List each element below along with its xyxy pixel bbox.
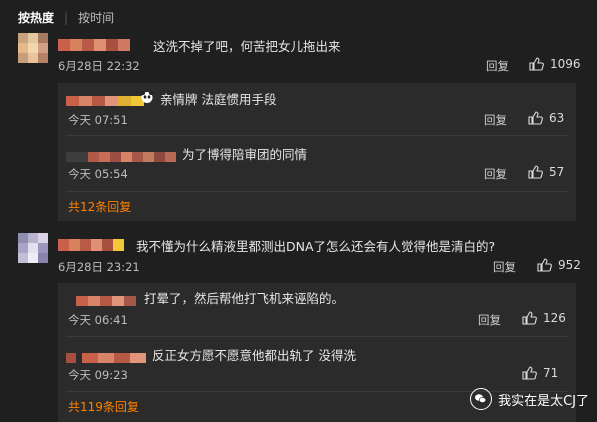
thumbs-up-icon	[529, 57, 544, 71]
thumbs-up-icon	[522, 311, 537, 325]
like-count: 71	[543, 366, 559, 380]
like-button[interactable]: 71	[522, 366, 558, 380]
like-button[interactable]: 126	[522, 311, 566, 325]
username-pixelated[interactable]	[58, 236, 124, 251]
reply-text: 反正女方愿不愿意他都出轨了 没得洗	[152, 348, 356, 363]
reply-time: 今天 09:23	[68, 368, 128, 382]
thumbs-up-icon	[537, 258, 552, 272]
reply-button[interactable]: 回复	[484, 112, 507, 128]
username-pixelated[interactable]	[58, 36, 130, 51]
sort-bar: 按热度 | 按时间	[18, 9, 114, 26]
reply-username-pixelated[interactable]	[66, 348, 146, 363]
reply-button[interactable]: 回复	[486, 58, 509, 74]
reply-username-pixelated[interactable]	[76, 291, 136, 306]
reply-time: 今天 07:51	[68, 113, 128, 127]
reply-time: 今天 06:41	[68, 313, 128, 327]
reply-text: 为了博得陪审团的同情	[182, 147, 308, 162]
like-count: 952	[558, 258, 581, 272]
reply-button[interactable]: 回复	[478, 312, 501, 328]
wechat-logo-icon	[470, 388, 493, 410]
like-count: 57	[549, 165, 565, 179]
thumbs-up-icon	[528, 165, 543, 179]
panda-emoji-icon	[140, 89, 154, 108]
watermark-text: 我实在是太CJ了	[498, 393, 589, 409]
sort-by-hot-tab[interactable]: 按热度	[18, 9, 54, 26]
reply-button[interactable]: 回复	[484, 166, 507, 182]
more-replies-link[interactable]: 共119条回复	[68, 398, 139, 415]
thumbs-up-icon	[528, 111, 543, 125]
like-button[interactable]: 1096	[529, 57, 581, 71]
thumbs-up-icon	[522, 366, 537, 380]
like-count: 126	[543, 311, 566, 325]
reply-panel: 亲情牌 法庭惯用手段 今天 07:51 回复 63 为了博得陪审团的同情 今天 …	[58, 83, 576, 221]
sort-by-time-tab[interactable]: 按时间	[78, 9, 114, 26]
like-button[interactable]: 57	[528, 165, 564, 179]
reply-time: 今天 05:54	[68, 167, 128, 181]
divider	[66, 191, 568, 192]
comment-text: 这洗不掉了吧，何苦把女儿拖出来	[153, 39, 341, 54]
comment-text: 我不懂为什么精液里都测出DNA了怎么还会有人觉得他是清白的?	[136, 239, 496, 254]
more-replies-link[interactable]: 共12条回复	[68, 198, 131, 215]
watermark: 我实在是太CJ了	[470, 388, 589, 410]
like-count: 63	[549, 111, 565, 125]
reply-item: 为了博得陪审团的同情 今天 05:54 回复 57	[58, 139, 576, 189]
reply-item: 打晕了，然后帮他打飞机来诬陷的。 今天 06:41 回复 126	[58, 283, 576, 335]
comment-time: 6月28日 23:21	[58, 260, 140, 274]
reply-text: 打晕了，然后帮他打飞机来诬陷的。	[144, 291, 345, 306]
reply-username-pixelated[interactable]	[66, 147, 176, 162]
reply-username-pixelated[interactable]	[66, 91, 144, 106]
divider	[66, 336, 568, 337]
like-button[interactable]: 952	[537, 258, 581, 272]
avatar[interactable]	[18, 33, 48, 63]
reply-item: 反正女方愿不愿意他都出轨了 没得洗 今天 09:23 71	[58, 340, 576, 390]
sort-divider: |	[64, 10, 69, 25]
like-button[interactable]: 63	[528, 111, 564, 125]
reply-button[interactable]: 回复	[493, 259, 516, 275]
avatar[interactable]	[18, 233, 48, 263]
reply-item: 亲情牌 法庭惯用手段 今天 07:51 回复 63	[58, 83, 576, 133]
divider	[66, 135, 568, 136]
comment-time: 6月28日 22:32	[58, 59, 140, 73]
like-count: 1096	[550, 57, 581, 71]
reply-text: 亲情牌 法庭惯用手段	[160, 92, 277, 107]
